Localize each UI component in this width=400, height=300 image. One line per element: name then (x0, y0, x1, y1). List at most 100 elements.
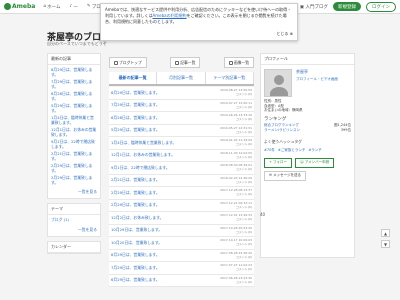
entry-row[interactable]: 12月1日は、お休みの営業致します。 2018-11-30 12:02:05 コメン… (109, 149, 254, 162)
login-button[interactable]: ログイン (366, 1, 396, 12)
tab-blog-top[interactable]: ブログトップ (109, 57, 147, 68)
mail-icon: ✉ (269, 173, 272, 177)
amember-request-button[interactable]: ☺ アメンバー申請 (295, 157, 335, 168)
entry-title[interactable]: 8月29日は、営業致します。 (111, 88, 160, 96)
entry-row[interactable]: 9月1日は、22時で閉店致します。 2018-08-30 08:39:01 コメント… (109, 162, 254, 175)
entry-title[interactable]: 10月29日は、営業致します。 (111, 226, 162, 234)
tab-entries[interactable]: 記事一覧 (170, 57, 201, 68)
recent-post-item[interactable]: 2月21日は、営業致します。 (51, 151, 97, 161)
entry-title[interactable]: 9月1日は、22時で閉店致します。 (111, 163, 170, 171)
entry-title[interactable]: 7月29日は、営業致します。 (111, 263, 160, 271)
entry-title[interactable]: 6月28日は、営業致します。 (111, 113, 160, 121)
terms-link[interactable]: Amebaの利用規約 (152, 13, 186, 18)
entry-title[interactable]: 1月4日は、臨時休業と営業致します。 (111, 138, 176, 146)
entry-stats: コメント(0) (235, 204, 252, 209)
entry-row[interactable]: 2月29日は、営業致します。 2017-12-21 09:33:11 コメント(0) (109, 199, 254, 212)
recent-post-item[interactable]: 8月29日は、営業致します。 (51, 67, 97, 77)
entry-row[interactable]: 7月29日は、営業致します。 2017-07-27 11:02:23 コメント(0) (109, 262, 254, 275)
recent-post-item[interactable]: 5月29日は、営業致します。 (51, 103, 97, 113)
scroll-buttons: ▲ ▼ (381, 229, 390, 248)
profile-title: プロフィール (261, 54, 354, 65)
entry-row[interactable]: 2月29日は、営業致します。 2017-12-28 08:13:37 コメント(0) (109, 187, 254, 200)
close-notice-button[interactable]: とじる ⊗ (276, 31, 293, 37)
tab-latest-entries[interactable]: 最新の記事一覧 (109, 72, 158, 84)
hashtag-item[interactable]: #70件 (264, 148, 275, 153)
entry-row[interactable]: 7月29日は、営業致します。 2019-07-27 12:00:11 コメント(0) (109, 99, 254, 112)
entry-row[interactable]: 10月29日は、営業致します。 2017-10-28 20:53:40 コメント(0… (109, 224, 254, 237)
entry-meta: 2017-08-28 23:36:40 コメント(0) (220, 251, 252, 259)
tab-theme-entries[interactable]: テーマ別記事一覧 (206, 72, 254, 84)
entry-title[interactable]: 8月29日は、営業致します。 (111, 251, 160, 259)
close-icon: ⊗ (289, 31, 293, 36)
theme-item[interactable]: ブログ (1) (51, 217, 97, 223)
intro-blog-label: 入門ブログ (305, 4, 329, 10)
nav-home[interactable]: ⌂ ホーム (43, 4, 60, 10)
recent-posts-title: 最新の記事 (48, 54, 100, 65)
entry-row[interactable]: 5月29日は、営業致します。 2019-05-27 12:31:31 コメント(0) (109, 124, 254, 137)
left-column: 最新の記事 8月29日は、営業致します。 7月29日は、営業致します。 6月28… (47, 53, 101, 258)
entry-title[interactable]: 2月21日は、営業致します。 (111, 176, 160, 184)
tab-monthly-entries[interactable]: 月別記事一覧 (157, 72, 206, 84)
recent-post-item[interactable]: 2月29日は、営業致します。 (51, 175, 97, 185)
entry-title[interactable]: 7月29日は、営業致します。 (111, 101, 160, 109)
theme-title: テーマ (48, 204, 100, 215)
entry-meta: 2018-08-30 08:39:01 コメント(0) (220, 163, 252, 171)
entry-stats: コメント(0) (235, 104, 252, 109)
recent-post-item[interactable]: 9月1日は、22時で閉店致します。 (51, 139, 97, 149)
entry-row[interactable]: 10月20日は、営業致します。 2017-10-17 10:09:03 コメント(0… (109, 237, 254, 250)
close-notice-label: とじる (276, 31, 289, 36)
scroll-up-button[interactable]: ▲ (381, 229, 390, 237)
recent-post-item[interactable]: 1月4日は、臨時休業と営業致します。 (51, 115, 97, 125)
entry-title[interactable]: 2月29日は、営業致します。 (111, 201, 160, 209)
entry-row[interactable]: 8月29日は、営業致します。 2017-08-28 23:36:40 コメント(0) (109, 249, 254, 262)
intro-blog-link[interactable]: ▣ 入門ブログ (300, 4, 328, 10)
entry-row[interactable]: 2月21日は、営業致します。 2018-02-20 12:36:29 コメント(0) (109, 174, 254, 187)
profile-name[interactable]: 茶屋亭 (296, 69, 338, 75)
entry-list: 8月29日は、営業致します。 2019-08-27 13:00:59 コメント(0)… (109, 87, 254, 287)
entry-title[interactable]: 2月29日は、営業致します。 (111, 188, 160, 196)
entry-meta: 2019-01-03 11:34:09 コメント(0) (220, 138, 252, 146)
send-message-button[interactable]: ✉ メッセージを送る (264, 170, 306, 181)
avatar[interactable] (264, 69, 292, 97)
entry-row[interactable]: 12月2日は、お休み致します。 2017-12-01 13:49:33 コメント(0… (109, 212, 254, 225)
cookie-notice: Amebaでは、快適なサービス提供や利用分析、広告配信のためにクッキーなどを使い… (100, 3, 298, 41)
calendar-box: カレンダー (47, 240, 101, 254)
entry-stats: コメント(0) (235, 117, 252, 121)
entry-meta: 2018-11-30 12:02:05 コメント(0) (220, 151, 252, 159)
tab-images[interactable]: 画像一覧 (223, 57, 254, 68)
entry-title[interactable]: 12月1日は、お休みの営業致します。 (111, 151, 175, 159)
cookie-notice-text-1: Amebaでは、快適なサービス提供や利用分析、広告配信のためにクッキーなどを使い (105, 7, 260, 12)
recent-post-item[interactable]: 6月28日は、営業致します。 (51, 91, 97, 101)
nav-home-label: ホーム (47, 4, 61, 10)
entry-stats: コメント(0) (235, 242, 252, 246)
hashtag-item[interactable]: #ご家族とランチ (278, 148, 305, 153)
scroll-down-button[interactable]: ▼ (381, 240, 390, 248)
bell-icon: ♪ (69, 4, 73, 9)
recent-post-item[interactable]: 2月29日は、営業致します。 (51, 163, 97, 173)
entry-stats: コメント(0) (235, 254, 252, 259)
hashtag-item[interactable]: #ランチ (308, 148, 321, 153)
follow-button[interactable]: + フォロー (264, 157, 293, 168)
recent-post-item[interactable]: 7月29日は、営業致します。 (51, 79, 97, 89)
recent-post-item[interactable]: 12月1日は、お休みの営業致します。 (51, 127, 97, 137)
tab-entries-label: 記事一覧 (180, 59, 196, 65)
entry-title[interactable]: 5月29日は、営業致します。 (111, 126, 160, 134)
ranking-section: ランキング 総合ブログランキング 圏1,244位 ラーメン/ラビリンスン 399位 (261, 113, 354, 133)
entry-title[interactable]: 6月29日は、営業致します。 (111, 276, 160, 284)
main-column: ブログトップ 記事一覧 画像一覧 最新の記事一覧 月別記事一覧 テーマ別記事一覧… (109, 57, 254, 287)
nav-notify[interactable]: ♪ ー (70, 4, 78, 10)
entry-title[interactable]: 12月2日は、お休み致します。 (111, 213, 163, 221)
entry-meta: 2019-06-26 13:33:10 コメント(0) (220, 113, 252, 121)
entry-row[interactable]: 1月4日は、臨時休業と営業致します。 2019-01-03 11:34:09 コメン… (109, 137, 254, 150)
follow-label: フォロー (273, 160, 288, 164)
entry-row[interactable]: 6月29日は、営業致します。 2017-06-28 13:23:30 コメント(0) (109, 274, 254, 287)
entry-row[interactable]: 8月29日は、営業致します。 2019-08-27 13:00:59 コメント(0) (109, 87, 254, 100)
recent-posts-more-link[interactable]: 一覧を見る (48, 189, 100, 198)
theme-more-link[interactable]: 一覧を見る (48, 227, 100, 236)
entry-row[interactable]: 6月28日は、営業致します。 2019-06-26 13:33:10 コメント(0) (109, 112, 254, 125)
profile-link[interactable]: プロフィール・ビデオ画面 (296, 77, 338, 82)
ameba-logo[interactable]: Ameba (4, 3, 35, 10)
ranking-label[interactable]: ラーメン/ラビリンスン (264, 128, 300, 133)
entry-title[interactable]: 10月20日は、営業致します。 (111, 238, 162, 246)
register-button[interactable]: 新規登録 (333, 2, 361, 11)
